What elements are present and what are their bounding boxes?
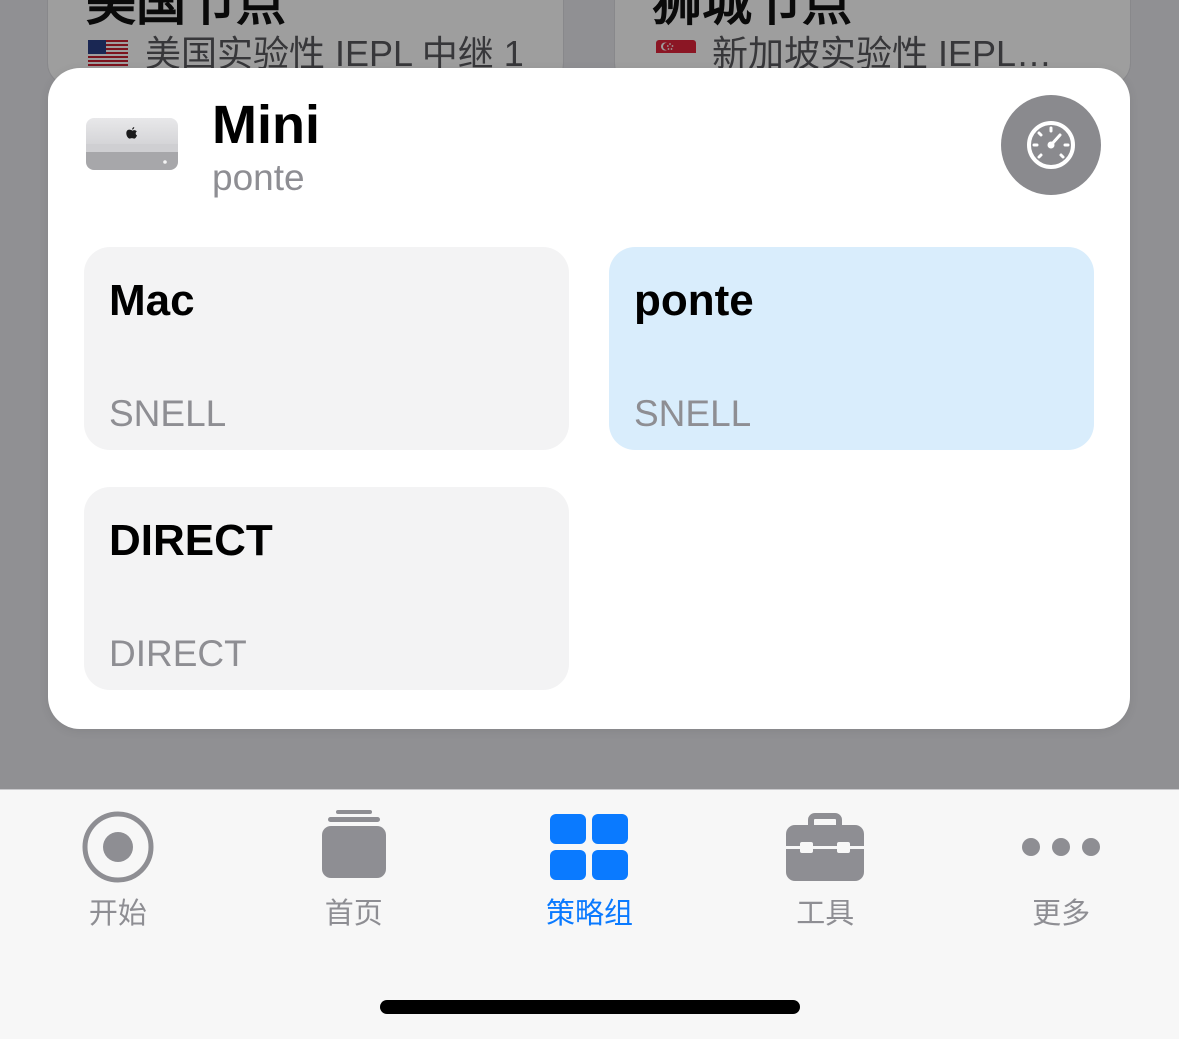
stack-icon bbox=[314, 810, 394, 884]
option-protocol: SNELL bbox=[109, 393, 227, 434]
record-icon bbox=[78, 810, 158, 884]
policy-option-ponte[interactable]: ponte SNELL bbox=[609, 247, 1094, 450]
tab-label: 策略组 bbox=[545, 898, 633, 930]
option-name: ponte bbox=[634, 276, 754, 325]
popup-title: Mini bbox=[212, 95, 320, 155]
option-name: DIRECT bbox=[109, 516, 273, 565]
toolbox-icon bbox=[785, 810, 865, 884]
more-icon bbox=[1021, 810, 1101, 884]
popup-subtitle: ponte bbox=[212, 157, 305, 198]
mac-mini-icon bbox=[86, 118, 178, 170]
speedometer-icon bbox=[1027, 121, 1075, 169]
option-name: Mac bbox=[109, 276, 195, 325]
option-protocol: DIRECT bbox=[109, 633, 247, 674]
policy-option-mac[interactable]: Mac SNELL bbox=[84, 247, 569, 450]
tab-label: 开始 bbox=[88, 898, 147, 930]
tab-label: 首页 bbox=[324, 898, 383, 930]
speed-test-button[interactable] bbox=[1001, 95, 1101, 195]
home-indicator bbox=[380, 1000, 800, 1014]
tab-start[interactable]: 开始 bbox=[0, 790, 236, 1039]
tab-more[interactable]: 更多 bbox=[943, 790, 1179, 1039]
grid-icon bbox=[549, 810, 629, 884]
option-protocol: SNELL bbox=[634, 393, 752, 434]
tab-label: 工具 bbox=[796, 898, 855, 930]
tab-label: 更多 bbox=[1032, 898, 1091, 930]
policy-option-direct[interactable]: DIRECT DIRECT bbox=[84, 487, 569, 690]
policy-group-popup: Mini ponte Mac SNELL ponte SNELL DIRECT … bbox=[48, 68, 1130, 729]
